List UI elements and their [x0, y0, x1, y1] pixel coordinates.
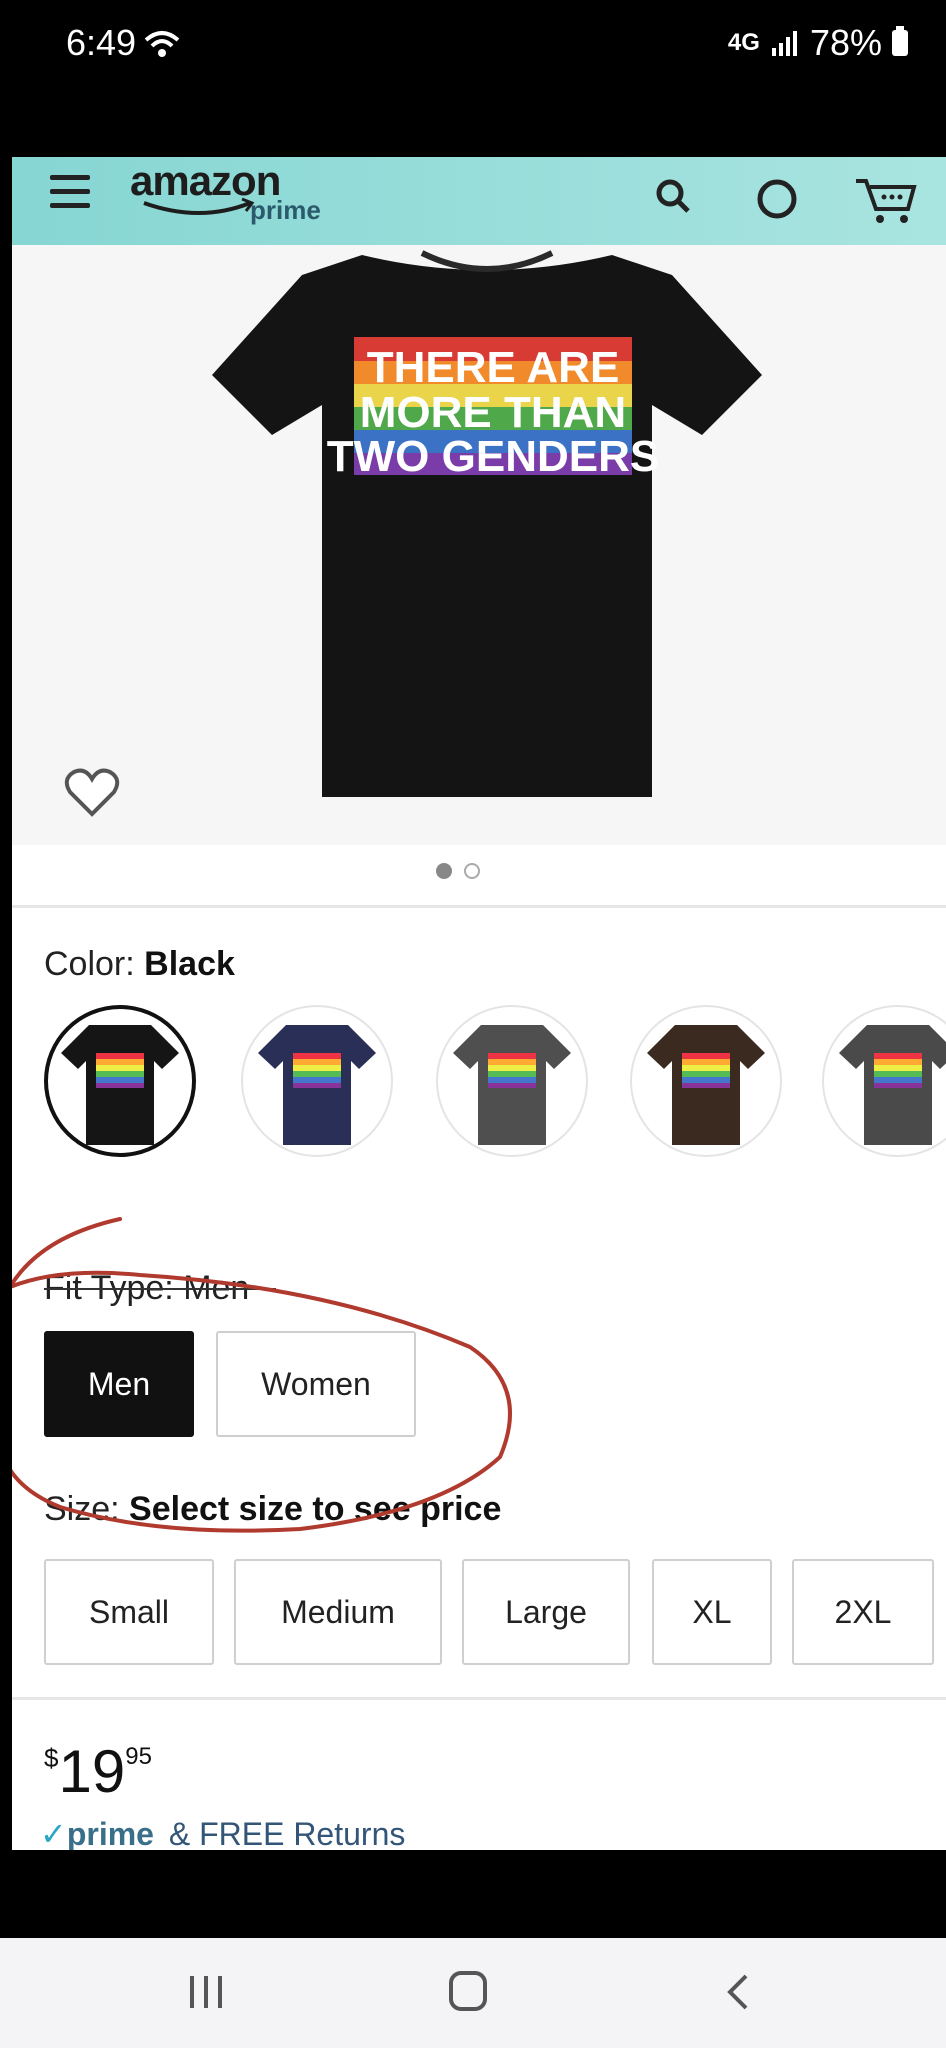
nav-bar-inner — [0, 1938, 946, 2048]
size-2xl-button[interactable]: 2XL — [792, 1559, 934, 1665]
wifi-icon — [144, 31, 180, 57]
prime-check-icon: ✓ — [40, 1816, 67, 1850]
shirt-text-line-3: TWO GENDERS — [327, 432, 659, 481]
alexa-icon[interactable] — [752, 175, 802, 223]
system-nav-bar — [0, 1850, 946, 2048]
shirt-text-line-2: MORE THAN — [360, 388, 626, 437]
swatch-gray[interactable] — [436, 1005, 588, 1157]
prime-shipping[interactable]: ✓prime & FREE Returns — [40, 1815, 405, 1850]
section-divider — [12, 905, 946, 908]
status-time: 6:49 — [66, 22, 137, 63]
swatch-brown[interactable] — [630, 1005, 782, 1157]
cart-icon[interactable] — [854, 175, 918, 225]
price-fraction: 95 — [125, 1743, 152, 1770]
smile-icon — [143, 197, 255, 215]
product-image[interactable]: THERE ARE MORE THAN TWO GENDERS — [202, 245, 772, 800]
color-label-text: Color: — [44, 945, 135, 983]
size-label: Size: Select size to see price — [44, 1490, 501, 1529]
size-small-button[interactable]: Small — [44, 1559, 214, 1665]
recent-apps-icon[interactable] — [186, 1972, 226, 2012]
swatch-navy[interactable] — [241, 1005, 393, 1157]
price-currency: $ — [44, 1743, 59, 1773]
page-content: amazon prime THERE ARE MORE THAN TWO GEN… — [0, 157, 946, 1850]
size-label-text: Size: — [44, 1490, 120, 1528]
status-bar: 6:49 4G 78% — [0, 0, 946, 160]
price: $1995 — [44, 1737, 152, 1806]
fit-men-button[interactable]: Men — [44, 1331, 194, 1437]
shirt-text-line-1: THERE ARE — [367, 343, 620, 392]
amazon-prime-logo[interactable]: amazon prime — [130, 157, 321, 225]
wishlist-heart-icon[interactable] — [64, 767, 120, 819]
search-icon[interactable] — [654, 175, 694, 219]
strike-line — [44, 1288, 276, 1290]
color-value: Black — [144, 945, 235, 983]
signal-icon — [771, 31, 797, 56]
fit-type-label: Fit Type: Men — [44, 1269, 276, 1308]
app-header: amazon prime — [12, 157, 946, 245]
size-medium-button[interactable]: Medium — [234, 1559, 442, 1665]
free-returns-link[interactable]: & FREE Returns — [169, 1816, 406, 1850]
swatch-black[interactable] — [44, 1005, 196, 1157]
battery-icon — [892, 26, 908, 56]
price-whole: 19 — [58, 1738, 126, 1805]
logo-sub: prime — [250, 195, 321, 225]
size-large-button[interactable]: Large — [462, 1559, 630, 1665]
network-type: 4G — [727, 29, 760, 56]
menu-icon[interactable] — [50, 175, 90, 211]
screen-edge — [0, 157, 12, 1850]
size-xl-button[interactable]: XL — [652, 1559, 772, 1665]
color-label: Color: Black — [44, 945, 235, 984]
section-divider-2 — [12, 1697, 946, 1700]
pagination-dot-active[interactable] — [436, 863, 452, 879]
prime-badge: prime — [66, 1816, 154, 1850]
home-icon[interactable] — [448, 1970, 488, 2012]
swatch-dark-gray[interactable] — [822, 1005, 946, 1157]
pagination-dot[interactable] — [464, 863, 480, 879]
product-image-area[interactable]: THERE ARE MORE THAN TWO GENDERS — [12, 245, 946, 845]
fit-women-button[interactable]: Women — [216, 1331, 416, 1437]
size-prompt: Select size to see price — [129, 1490, 502, 1528]
battery-percent: 78% — [809, 22, 882, 63]
image-pagination[interactable] — [436, 863, 480, 879]
back-icon[interactable] — [722, 1972, 752, 2012]
